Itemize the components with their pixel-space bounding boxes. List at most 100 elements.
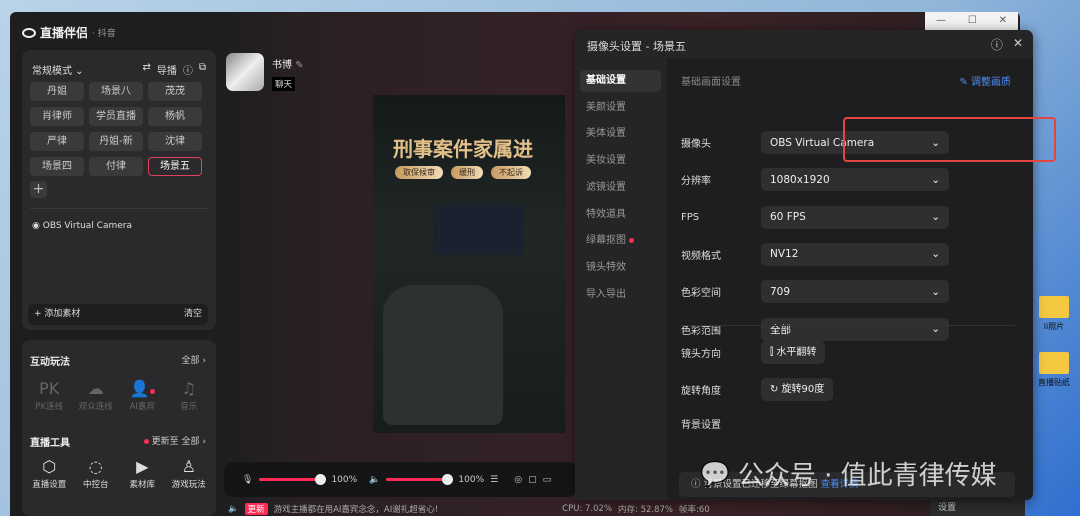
popout-icon[interactable]: ⧉: [199, 62, 206, 77]
memory-usage: 内存: 52.87%: [618, 505, 674, 515]
setting-label: 分辨率: [681, 176, 711, 188]
minimize-button[interactable]: —: [936, 12, 946, 30]
settings-nav-item[interactable]: 导入导出: [580, 284, 661, 306]
avatar[interactable]: [226, 53, 264, 91]
tool-label: PK连线: [35, 402, 64, 412]
tool-label: AI嘉宾: [129, 402, 155, 412]
mic-volume-value: 100%: [331, 474, 358, 485]
source-item[interactable]: ◉ OBS Virtual Camera: [32, 221, 132, 231]
ai-guest-icon: 👤: [120, 378, 164, 400]
settings-nav-item[interactable]: 滤镜设置: [580, 177, 661, 199]
settings-nav: 基础设置美颜设置美体设置美妆设置滤镜设置特效道具绿幕抠图 镜头特效导入导出: [575, 58, 667, 500]
console-button[interactable]: ◌ 中控台: [74, 456, 118, 490]
scene-chip[interactable]: 付律: [89, 157, 143, 176]
scene-chip[interactable]: 严律: [30, 132, 84, 151]
setting-select[interactable]: 全部 ⌄: [761, 317, 949, 341]
music-button[interactable]: ♫ 音乐: [167, 378, 211, 412]
direction-label: 镜头方向: [681, 349, 721, 360]
rotate-button[interactable]: ↻ 旋转90度: [761, 378, 834, 401]
preview-title: 刑事案件家属进: [393, 137, 533, 161]
desktop-folder[interactable]: 直播贴纸: [1030, 352, 1078, 388]
help-icon[interactable]: ⓘ: [183, 62, 193, 77]
tools-title: 直播工具: [30, 438, 70, 449]
wechat-icon: 💬: [700, 459, 730, 488]
settings-hex-button[interactable]: ⬡ 直播设置: [27, 456, 71, 490]
close-button[interactable]: ✕: [999, 12, 1007, 30]
bookshelf: [433, 205, 523, 255]
mic-volume-slider[interactable]: [259, 474, 327, 485]
scene-chip[interactable]: 杨帆: [148, 107, 202, 126]
settings-nav-item[interactable]: 美妆设置: [580, 150, 661, 172]
update-dot: [143, 439, 149, 444]
preview-tag: 取保候审: [395, 166, 443, 179]
settings-content: 基础画面设置 ✎ 调整画质 摄像头 OBS Virtual Camera ⌄ 分辨率 1…: [667, 58, 1056, 500]
settings-nav-item[interactable]: 美颜设置: [580, 97, 661, 119]
section-title: 基础画面设置: [681, 77, 741, 88]
tools-all-link[interactable]: 更新至 全部 ›: [143, 434, 206, 447]
scene-chip[interactable]: 场景八: [89, 82, 143, 101]
mixer-icon[interactable]: ☰: [490, 475, 498, 485]
maximize-button[interactable]: ☐: [968, 12, 977, 30]
tools-row: ⬡ 直播设置 ◌ 中控台 ▶ 素材库 ♙ 游戏玩法: [26, 456, 212, 490]
beauty-icon[interactable]: ◎: [514, 475, 522, 485]
mode-dropdown[interactable]: 常规模式 ⌄: [32, 62, 84, 77]
edit-icon[interactable]: ✎: [295, 60, 303, 71]
interact-all-link[interactable]: 全部 ›: [182, 353, 206, 366]
settings-nav-item[interactable]: 基础设置: [580, 70, 661, 92]
desktop-folder[interactable]: li照片: [1030, 296, 1078, 332]
tool-label: 素材库: [129, 480, 155, 490]
camera-flip-icon[interactable]: ▢: [528, 475, 537, 485]
camera-icon[interactable]: ▭: [543, 475, 552, 485]
tool-label: 中控台: [82, 480, 109, 490]
close-icon[interactable]: ✕: [1013, 36, 1023, 53]
scene-chip[interactable]: 茂茂: [148, 82, 202, 101]
help-icon[interactable]: ⓘ: [991, 36, 1003, 53]
guide-button[interactable]: ⇄ 导播 ⓘ ⧉: [142, 62, 206, 77]
scene-chip[interactable]: 沈律: [148, 132, 202, 151]
setting-select[interactable]: 709 ⌄: [761, 280, 949, 304]
adjust-quality-link[interactable]: ✎ 调整画质: [959, 73, 1011, 88]
app-name: 直播伴侣: [40, 26, 89, 40]
add-source-button[interactable]: + 添加素材: [34, 304, 80, 325]
settings-nav-item[interactable]: 绿幕抠图: [580, 230, 661, 252]
user-name: 书博: [272, 60, 292, 71]
clear-button[interactable]: 清空: [184, 304, 202, 325]
platform-label: · 抖音: [92, 29, 116, 39]
scene-chip[interactable]: 丹姐-新: [89, 132, 143, 151]
setting-select[interactable]: 60 FPS ⌄: [761, 205, 949, 229]
chevron-down-icon: ⌄: [931, 248, 940, 261]
category-tag[interactable]: 聊天: [272, 77, 296, 91]
setting-select[interactable]: NV12 ⌄: [761, 242, 949, 266]
taskbar-item[interactable]: 设置: [930, 500, 1025, 516]
camera-settings-dialog: 摄像头设置 - 场景五 ⓘ ✕ 基础设置 美颜设置 美体设置 美妆设置 滤镜设置 特效道具绿…: [575, 30, 1056, 500]
music-icon: ♫: [181, 379, 196, 398]
preview-tag: 缓刑: [451, 166, 483, 179]
speaker-icon[interactable]: 🔈: [369, 475, 380, 485]
anchor-info: 书博 ✎ 聊天: [226, 53, 304, 91]
settings-nav-item[interactable]: 特效道具: [580, 204, 661, 226]
console-icon: ◌: [88, 457, 103, 476]
setting-select[interactable]: 1080x1920 ⌄: [761, 168, 949, 192]
scene-chip[interactable]: 场景四: [30, 157, 84, 176]
setting-row: 色彩空间 709 ⌄: [681, 280, 949, 304]
add-scene-button[interactable]: +: [30, 181, 47, 198]
guide-label: 导播: [156, 66, 177, 77]
scene-chip[interactable]: 场景五: [148, 157, 202, 176]
ai-guest-button[interactable]: 👤 AI嘉宾: [120, 378, 164, 412]
settings-nav-item[interactable]: 美体设置: [580, 123, 661, 145]
microphone-icon[interactable]: 🎙: [242, 475, 253, 485]
switch-icon: ⇄: [142, 62, 151, 73]
scene-chip[interactable]: 肖律师: [30, 107, 84, 126]
webcam-icon: ◉: [32, 221, 40, 231]
flip-horizontal-button[interactable]: ⫿ 水平翻转: [761, 341, 826, 364]
game-button[interactable]: ♙ 游戏玩法: [167, 456, 211, 490]
settings-nav-item[interactable]: 镜头特效: [580, 257, 661, 279]
scene-chip[interactable]: 丹姐: [30, 82, 84, 101]
media-library-button[interactable]: ▶ 素材库: [120, 456, 164, 490]
speaker-volume-slider[interactable]: [386, 474, 454, 485]
rotate-label: 旋转角度: [681, 386, 721, 397]
announcement[interactable]: 游戏主播都在用AI嘉宾念念，AI谢礼超省心!: [274, 503, 439, 515]
audience-link-button[interactable]: ☁ 观众连线: [74, 378, 118, 412]
pk-button[interactable]: PK PK连线: [27, 378, 71, 412]
scene-chip[interactable]: 学员直播: [89, 107, 143, 126]
